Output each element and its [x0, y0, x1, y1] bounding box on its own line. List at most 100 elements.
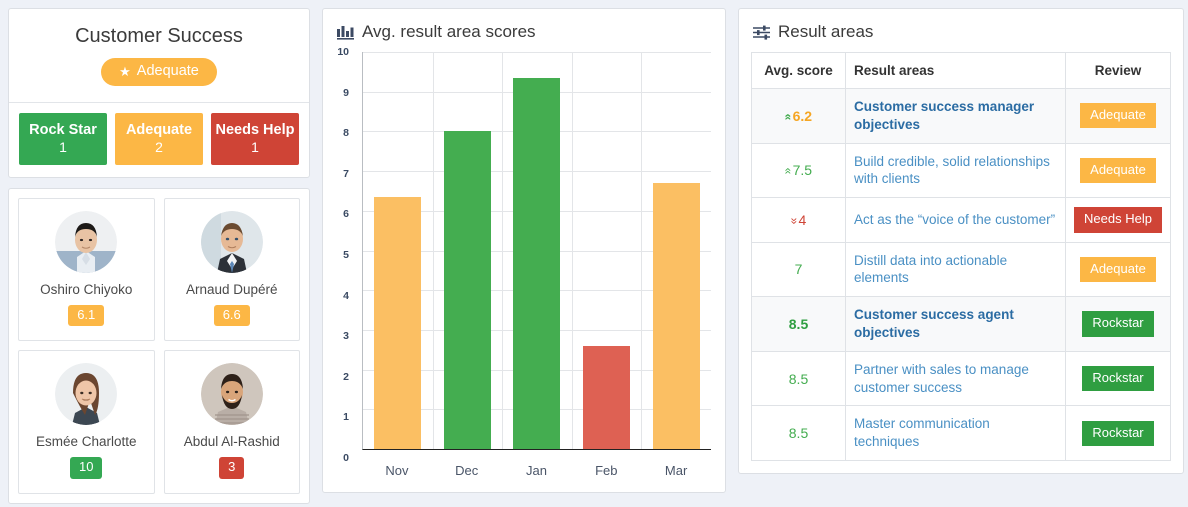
- bearded-man-avatar: [200, 363, 263, 426]
- cell-result-area[interactable]: Distill data into actionable elements: [845, 241, 1066, 298]
- stat-rock-star[interactable]: Rock Star 1: [19, 112, 107, 166]
- person-name: Oshiro Chiyoko: [40, 282, 133, 298]
- chart-y-tick-label: 4: [343, 289, 349, 302]
- trend-up-icon: «: [781, 168, 796, 175]
- cell-result-area[interactable]: Master communication techniques: [845, 405, 1066, 461]
- stat-needs-help[interactable]: Needs Help 1: [211, 112, 299, 166]
- chart-x-tick-label: Feb: [595, 463, 618, 478]
- suited-man-avatar: [200, 211, 263, 274]
- overall-rating-label: Adequate: [136, 63, 199, 79]
- chart-panel: Avg. result area scores 0 1 2 3 4 5 6 7 8 9 10 Nov…: [322, 8, 726, 493]
- chart-bar[interactable]: [652, 183, 700, 449]
- chart-y-tick-label: 5: [343, 249, 349, 261]
- table-row[interactable]: 8.5 Partner with sales to manage customer…: [751, 350, 1171, 407]
- column-header-review: Review: [1065, 52, 1171, 89]
- chart-plot-area: [362, 52, 711, 450]
- cell-result-area[interactable]: Build credible, solid relationships with…: [845, 142, 1066, 199]
- chart-x-tick-label: Mar: [664, 463, 688, 478]
- result-areas-header: Result areas: [739, 9, 1183, 52]
- customer-success-summary-card: Customer Success ★ Adequate Rock Star 1 …: [8, 8, 310, 179]
- chart-y-tick-label: 9: [343, 86, 349, 99]
- chart-bar-slot: [363, 52, 433, 449]
- stat-label: Rock Star: [29, 121, 97, 138]
- smiling-woman-avatar: [55, 363, 118, 426]
- person-card[interactable]: Arnaud Dupéré 6.6: [163, 198, 300, 342]
- asian-man-avatar: [55, 211, 118, 274]
- person-card[interactable]: Oshiro Chiyoko 6.1: [18, 198, 155, 342]
- person-name: Abdul Al-Rashid: [183, 434, 280, 450]
- cell-review: Rockstar: [1065, 350, 1171, 407]
- chart-bar[interactable]: [583, 345, 631, 449]
- person-card[interactable]: Abdul Al-Rashid 3: [163, 350, 300, 494]
- page-title: Customer Success: [75, 25, 243, 47]
- overall-rating-badge[interactable]: ★ Adequate: [101, 58, 217, 86]
- column-header-score: Avg. score: [751, 52, 846, 89]
- result-areas-title: Result areas: [778, 22, 874, 41]
- chart-y-axis: 0 1 2 3 4 5 6 7 8 9 10: [329, 46, 353, 484]
- result-areas-table-wrap: Avg. score Result areas Review «6.2 Custo…: [739, 52, 1183, 473]
- chart-bar[interactable]: [513, 77, 561, 449]
- avatar: [200, 363, 263, 426]
- person-score-badge: 10: [70, 457, 103, 479]
- chart-y-tick-label: 7: [343, 167, 349, 180]
- stat-adequate[interactable]: Adequate 2: [115, 112, 203, 166]
- status-badge[interactable]: Adequate: [1080, 103, 1156, 129]
- sliders-icon: [753, 25, 770, 40]
- table-row[interactable]: «6.2 Customer success manager objectives A…: [751, 88, 1171, 144]
- cell-avg-score: 8.5: [751, 350, 846, 407]
- status-badge[interactable]: Rockstar: [1082, 365, 1154, 392]
- result-areas-table: Avg. score Result areas Review «6.2 Custo…: [751, 52, 1171, 461]
- cell-review: Rockstar: [1065, 296, 1171, 352]
- person-card[interactable]: Esmée Charlotte 10: [18, 350, 155, 494]
- chart-bar[interactable]: [443, 131, 491, 449]
- chart-y-tick-label: 0: [343, 452, 349, 464]
- cell-avg-score: «7.5: [751, 142, 846, 199]
- cell-review: Rockstar: [1065, 405, 1171, 461]
- chart-bars: [363, 52, 711, 449]
- chart-bar[interactable]: [374, 196, 422, 449]
- chart-body: 0 1 2 3 4 5 6 7 8 9 10 Nov Dec Jan Feb Mar: [323, 46, 725, 492]
- cell-result-area[interactable]: Act as the “voice of the customer”: [845, 197, 1066, 243]
- team-members-card: Oshiro Chiyoko 6.1 Arnaud Dupéré 6.6 Esm…: [8, 188, 310, 504]
- table-header-row: Avg. score Result areas Review: [751, 52, 1171, 89]
- table-row[interactable]: »4 Act as the “voice of the customer” Need…: [751, 197, 1171, 243]
- column-header-areas: Result areas: [845, 52, 1066, 89]
- stat-label: Adequate: [125, 121, 193, 138]
- chart-x-tick-label: Dec: [455, 463, 479, 478]
- chart-bar-slot: [572, 52, 642, 449]
- table-row[interactable]: «7.5 Build credible, solid relationships …: [751, 142, 1171, 199]
- bar-chart-icon: [337, 25, 354, 40]
- chart-y-tick-label: 10: [337, 46, 349, 58]
- status-badge[interactable]: Adequate: [1080, 157, 1156, 184]
- chart-panel-header: Avg. result area scores: [323, 9, 725, 52]
- table-row[interactable]: 8.5 Customer success agent objectives Rock…: [751, 296, 1171, 352]
- chart-x-tick-label: Nov: [385, 463, 409, 478]
- status-badge[interactable]: Rockstar: [1082, 420, 1154, 446]
- cell-avg-score: «6.2: [751, 88, 846, 144]
- cell-result-area[interactable]: Partner with sales to manage customer su…: [845, 350, 1066, 407]
- status-badge[interactable]: Adequate: [1080, 256, 1156, 282]
- avatar: [55, 211, 118, 274]
- cell-avg-score: »4: [751, 197, 846, 243]
- cell-avg-score: 7: [751, 241, 846, 298]
- rating-stats-row: Rock Star 1 Adequate 2 Needs Help 1: [9, 103, 309, 178]
- status-badge[interactable]: Rockstar: [1082, 311, 1154, 337]
- cell-review: Adequate: [1065, 88, 1171, 144]
- avg-score-value: 6.2: [792, 107, 813, 124]
- chart-y-tick-label: 6: [343, 208, 349, 221]
- status-badge[interactable]: Needs Help: [1074, 207, 1162, 233]
- table-row[interactable]: 7 Distill data into actionable elements Ad…: [751, 241, 1171, 298]
- stat-count: 2: [155, 138, 163, 155]
- table-row[interactable]: 8.5 Master communication techniques Rockst…: [751, 405, 1171, 461]
- chart-x-axis-labels: Nov Dec Jan Feb Mar: [362, 463, 711, 478]
- chart-bar-slot: [641, 52, 711, 449]
- cell-result-area[interactable]: Customer success manager objectives: [845, 88, 1066, 144]
- cell-result-area[interactable]: Customer success agent objectives: [845, 296, 1066, 352]
- chart-bar-slot: [502, 52, 572, 449]
- result-areas-panel: Result areas Avg. score Result areas Rev…: [738, 8, 1184, 474]
- person-score-badge: 3: [219, 457, 245, 479]
- chart-panel-title: Avg. result area scores: [362, 22, 536, 41]
- avg-score-value: 8.5: [788, 370, 809, 387]
- star-icon: ★: [119, 63, 131, 79]
- team-members-grid: Oshiro Chiyoko 6.1 Arnaud Dupéré 6.6 Esm…: [18, 198, 300, 494]
